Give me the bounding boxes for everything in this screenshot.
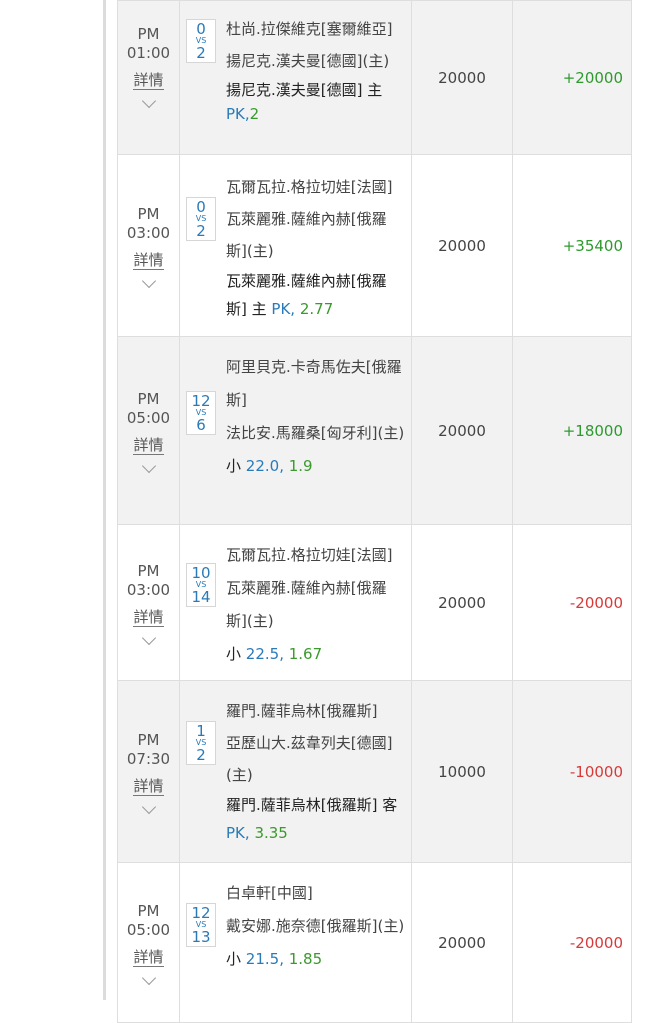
team-1: 阿里貝克.卡奇馬佐夫[俄羅斯]: [226, 358, 402, 409]
team-2: 法比安.馬羅桑[匈牙利](主): [226, 424, 405, 442]
time-cell: PM 03:00 詳情: [117, 524, 180, 681]
result-amount: +18000: [512, 336, 632, 525]
detail-link[interactable]: 詳情: [133, 777, 164, 796]
score-box: 10 VS 14: [186, 563, 216, 607]
pick-selection: 揚尼克.漢夫曼[德國] 主: [226, 81, 383, 99]
score-away: 13: [191, 928, 211, 946]
result-amount: -20000: [512, 524, 632, 681]
detail-link[interactable]: 詳情: [133, 251, 164, 270]
stake-amount: 20000: [411, 154, 513, 337]
detail-link[interactable]: 詳情: [133, 948, 164, 967]
chevron-down-icon[interactable]: [141, 799, 156, 815]
detail-link[interactable]: 詳情: [133, 436, 164, 455]
ampm-label: PM: [137, 731, 160, 749]
team-1: 白卓軒[中國]: [226, 884, 313, 902]
time-label: 07:30: [126, 750, 171, 768]
detail-link[interactable]: 詳情: [133, 608, 164, 627]
pick-line: PK,: [271, 300, 296, 318]
pick-selection: 小: [226, 950, 242, 968]
ampm-label: PM: [137, 390, 160, 408]
pick-selection: 羅門.薩菲烏林[俄羅斯] 客: [226, 796, 398, 814]
result-amount: -20000: [512, 862, 632, 1023]
result-amount: -10000: [512, 680, 632, 863]
bet-history-table: PM 01:00 詳情 0 VS 2 杜尚.拉傑維克[塞爾維亞] 揚尼克.漢夫曼…: [117, 0, 632, 1023]
chevron-down-icon[interactable]: [141, 93, 156, 109]
pick-price: 1.67: [288, 645, 323, 663]
score-away: 2: [196, 746, 206, 764]
team-2: 亞歷山大.茲韋列夫[德國](主): [226, 734, 393, 784]
team-2: 瓦萊麗雅.薩維內赫[俄羅斯](主): [226, 579, 387, 630]
table-row: PM 05:00 詳情 12 VS 6 阿里貝克.卡奇馬佐夫[俄羅斯] 法比安.…: [117, 336, 632, 525]
team-1: 杜尚.拉傑維克[塞爾維亞]: [226, 20, 393, 38]
pick-line: 22.5,: [245, 645, 284, 663]
pick-line: PK,: [226, 105, 250, 123]
stake-amount: 20000: [411, 862, 513, 1023]
match-cell: 12 VS 6 阿里貝克.卡奇馬佐夫[俄羅斯] 法比安.馬羅桑[匈牙利](主) …: [179, 336, 412, 525]
time-label: 01:00: [126, 44, 171, 62]
score-away: 2: [196, 44, 206, 62]
team-2: 戴安娜.施奈德[俄羅斯](主): [226, 917, 405, 935]
score-box: 0 VS 2: [186, 19, 216, 63]
team-2: 瓦萊麗雅.薩維內赫[俄羅斯](主): [226, 210, 387, 260]
score-box: 12 VS 13: [186, 903, 216, 947]
score-box: 12 VS 6: [186, 391, 216, 435]
table-row: PM 05:00 詳情 12 VS 13 白卓軒[中國] 戴安娜.施奈德[俄羅斯…: [117, 862, 632, 1023]
stake-amount: 20000: [411, 524, 513, 681]
time-cell: PM 01:00 詳情: [117, 0, 180, 155]
stake-amount: 20000: [411, 0, 513, 155]
time-cell: PM 03:00 詳情: [117, 154, 180, 337]
ampm-label: PM: [137, 205, 160, 223]
pick-price: 1.9: [288, 457, 313, 475]
time-label: 05:00: [126, 409, 171, 427]
team-1: 羅門.薩菲烏林[俄羅斯]: [226, 702, 378, 720]
score-box: 1 VS 2: [186, 721, 216, 765]
table-row: PM 01:00 詳情 0 VS 2 杜尚.拉傑維克[塞爾維亞] 揚尼克.漢夫曼…: [117, 0, 632, 155]
pick-line: PK,: [226, 824, 250, 842]
match-cell: 0 VS 2 瓦爾瓦拉.格拉切娃[法國] 瓦萊麗雅.薩維內赫[俄羅斯](主) 瓦…: [179, 154, 412, 337]
pick-selection: 小: [226, 457, 242, 475]
chevron-down-icon[interactable]: [141, 630, 156, 646]
pick-price: 2: [249, 105, 260, 123]
ampm-label: PM: [137, 902, 160, 920]
score-away: 14: [191, 588, 211, 606]
match-cell: 0 VS 2 杜尚.拉傑維克[塞爾維亞] 揚尼克.漢夫曼[德國](主) 揚尼克.…: [179, 0, 412, 155]
team-2: 揚尼克.漢夫曼[德國](主): [226, 52, 390, 70]
stake-amount: 10000: [411, 680, 513, 863]
result-amount: +35400: [512, 154, 632, 337]
ampm-label: PM: [137, 562, 160, 580]
time-label: 05:00: [126, 921, 171, 939]
score-away: 6: [196, 416, 206, 434]
team-1: 瓦爾瓦拉.格拉切娃[法國]: [226, 546, 393, 564]
pick-line: 21.5,: [245, 950, 284, 968]
table-row: PM 07:30 詳情 1 VS 2 羅門.薩菲烏林[俄羅斯] 亞歷山大.茲韋列…: [117, 680, 632, 863]
match-cell: 1 VS 2 羅門.薩菲烏林[俄羅斯] 亞歷山大.茲韋列夫[德國](主) 羅門.…: [179, 680, 412, 863]
team-1: 瓦爾瓦拉.格拉切娃[法國]: [226, 178, 393, 196]
chevron-down-icon[interactable]: [141, 970, 156, 986]
pick-line: 22.0,: [245, 457, 284, 475]
pick-selection: 小: [226, 645, 242, 663]
time-label: 03:00: [126, 224, 171, 242]
time-cell: PM 07:30 詳情: [117, 680, 180, 863]
detail-link[interactable]: 詳情: [133, 71, 164, 90]
ampm-label: PM: [137, 25, 160, 43]
bet-history-body: PM 01:00 詳情 0 VS 2 杜尚.拉傑維克[塞爾維亞] 揚尼克.漢夫曼…: [117, 0, 632, 1023]
result-amount: +20000: [512, 0, 632, 155]
stake-amount: 20000: [411, 336, 513, 525]
table-row: PM 03:00 詳情 10 VS 14 瓦爾瓦拉.格拉切娃[法國] 瓦萊麗雅.…: [117, 524, 632, 681]
time-label: 03:00: [126, 581, 171, 599]
time-cell: PM 05:00 詳情: [117, 862, 180, 1023]
match-cell: 12 VS 13 白卓軒[中國] 戴安娜.施奈德[俄羅斯](主) 小 21.5,…: [179, 862, 412, 1023]
left-panel-border: [103, 0, 106, 1000]
table-row: PM 03:00 詳情 0 VS 2 瓦爾瓦拉.格拉切娃[法國] 瓦萊麗雅.薩維…: [117, 154, 632, 337]
pick-price: 3.35: [254, 824, 288, 842]
chevron-down-icon[interactable]: [141, 273, 156, 289]
time-cell: PM 05:00 詳情: [117, 336, 180, 525]
score-box: 0 VS 2: [186, 197, 216, 241]
pick-price: 2.77: [299, 300, 334, 318]
chevron-down-icon[interactable]: [141, 458, 156, 474]
match-cell: 10 VS 14 瓦爾瓦拉.格拉切娃[法國] 瓦萊麗雅.薩維內赫[俄羅斯](主)…: [179, 524, 412, 681]
pick-price: 1.85: [288, 950, 323, 968]
score-away: 2: [196, 222, 206, 240]
